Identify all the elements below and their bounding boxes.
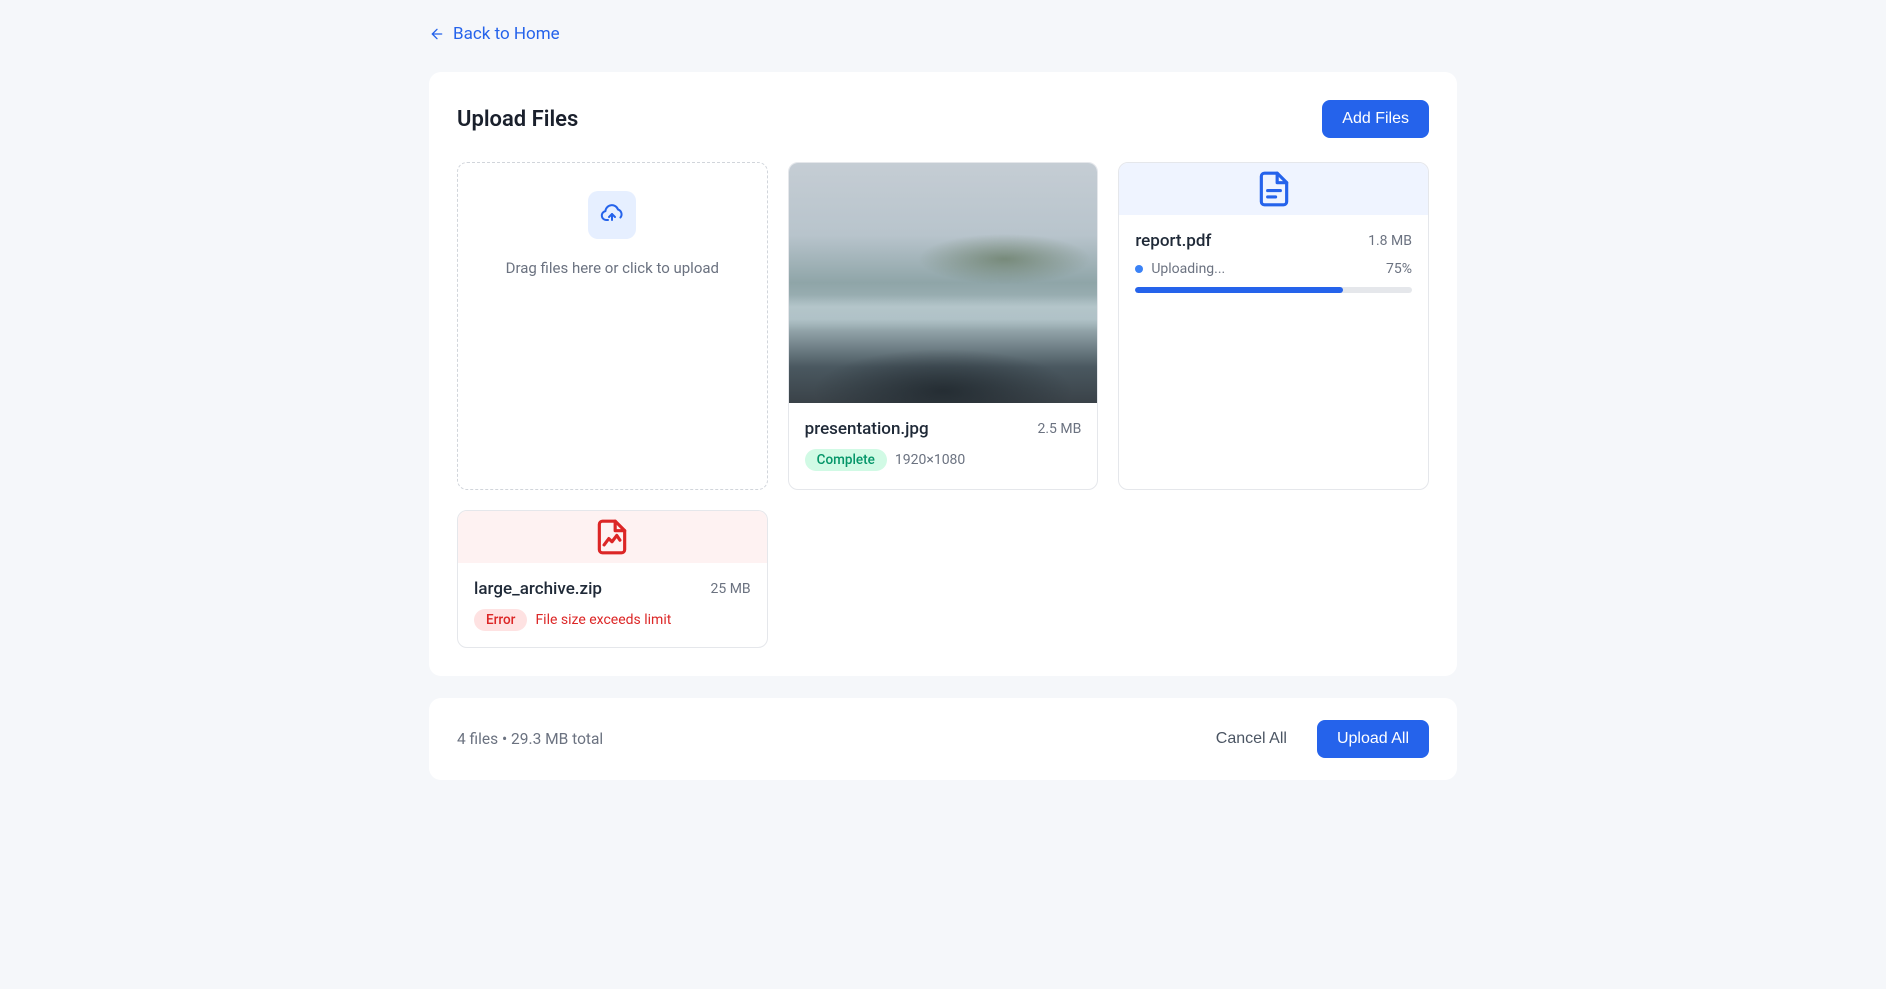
upload-status-label: Uploading... (1151, 261, 1225, 277)
file-summary: 4 files • 29.3 MB total (457, 730, 603, 748)
file-size: 2.5 MB (1037, 421, 1081, 437)
file-name: presentation.jpg (805, 419, 929, 439)
arrow-left-icon (429, 26, 445, 42)
file-thumbnail (789, 163, 1098, 403)
file-size: 25 MB (711, 581, 751, 597)
back-to-home-link[interactable]: Back to Home (429, 24, 560, 44)
broken-file-icon (593, 518, 631, 556)
add-files-button[interactable]: Add Files (1322, 100, 1429, 138)
progress-fill (1135, 287, 1342, 293)
error-message: File size exceeds limit (535, 612, 671, 628)
document-icon (1255, 170, 1293, 208)
upload-progress-percent: 75% (1386, 261, 1412, 277)
file-dimensions: 1920×1080 (895, 452, 965, 468)
file-card: report.pdf 1.8 MB Uploading... 75% (1118, 162, 1429, 490)
uploading-indicator-icon (1135, 265, 1143, 273)
dropzone-label: Drag files here or click to upload (506, 259, 719, 277)
file-type-icon-wrap (458, 511, 767, 563)
file-name: report.pdf (1135, 231, 1211, 251)
page-title: Upload Files (457, 107, 578, 132)
file-card: large_archive.zip 25 MB Error File size … (457, 510, 768, 648)
cloud-upload-icon (588, 191, 636, 239)
status-badge: Error (474, 609, 527, 631)
footer-bar: 4 files • 29.3 MB total Cancel All Uploa… (429, 698, 1457, 780)
cancel-all-button[interactable]: Cancel All (1196, 720, 1307, 758)
file-type-icon-wrap (1119, 163, 1428, 215)
back-link-label: Back to Home (453, 24, 560, 44)
file-card: presentation.jpg 2.5 MB Complete 1920×10… (788, 162, 1099, 490)
upload-panel: Upload Files Add Files Drag files here o… (429, 72, 1457, 676)
file-name: large_archive.zip (474, 579, 602, 599)
status-badge: Complete (805, 449, 887, 471)
dropzone[interactable]: Drag files here or click to upload (457, 162, 768, 490)
progress-bar (1135, 287, 1412, 293)
file-size: 1.8 MB (1368, 233, 1412, 249)
upload-all-button[interactable]: Upload All (1317, 720, 1429, 758)
